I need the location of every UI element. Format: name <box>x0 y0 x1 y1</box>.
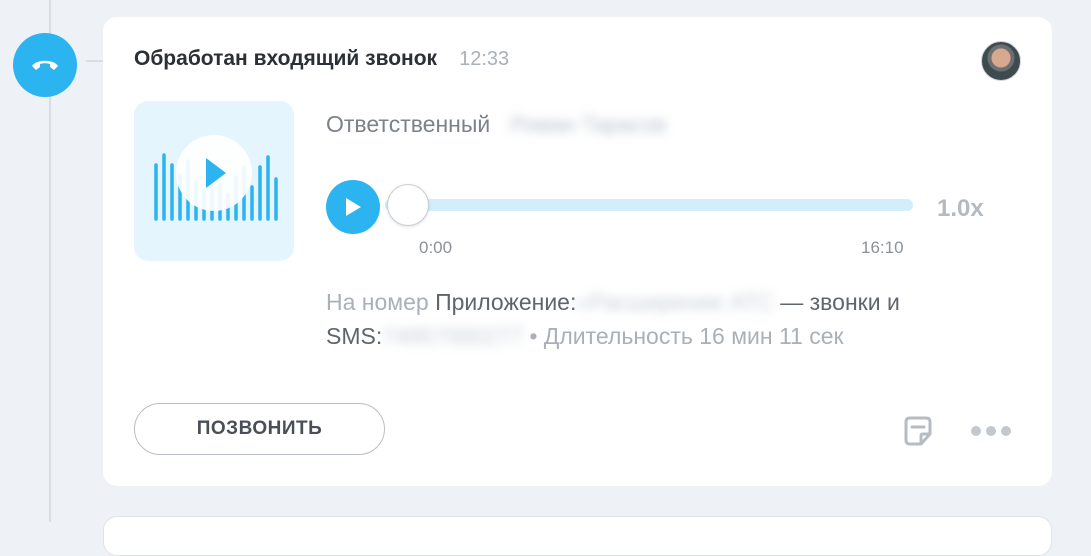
next-event-card <box>103 516 1052 556</box>
app-name: «Расширение АТС <box>576 289 774 315</box>
responsible-row: Ответственный Роман Тарасов <box>326 111 666 138</box>
call-details: На номер Приложение:«Расширение АТС — зв… <box>326 285 1026 353</box>
app-label: Приложение: <box>435 289 577 315</box>
timeline-connector <box>86 60 104 62</box>
play-button[interactable] <box>326 180 380 234</box>
waveform-icon <box>154 135 278 221</box>
total-time: 16:10 <box>861 238 904 257</box>
playback-speed-button[interactable]: 1.0x <box>937 195 984 223</box>
details-prefix: На номер <box>326 289 429 315</box>
audio-progress-handle[interactable] <box>387 184 429 226</box>
sms-label: SMS: <box>326 323 383 349</box>
more-dots-icon[interactable] <box>971 426 1011 436</box>
call-event-card: Обработан входящий звонок 12:33 Ответств… <box>103 17 1052 486</box>
sms-number: 74957000277 <box>382 323 523 349</box>
details-separator: • <box>529 323 538 349</box>
audio-thumbnail[interactable] <box>134 101 294 261</box>
call-button[interactable]: ПОЗВОНИТЬ <box>134 403 385 455</box>
call-duration: Длительность 16 мин 11 сек <box>543 323 844 349</box>
event-time: 12:33 <box>459 48 510 70</box>
responsible-name[interactable]: Роман Тарасов <box>510 112 666 138</box>
current-time: 0:00 <box>419 238 453 257</box>
responsible-label: Ответственный <box>326 111 491 137</box>
avatar[interactable] <box>981 41 1021 81</box>
play-icon <box>346 198 361 216</box>
audio-progress-track[interactable] <box>385 199 913 211</box>
phone-hangup-icon <box>13 33 77 97</box>
event-title: Обработан входящий звонок <box>134 47 438 70</box>
note-icon[interactable] <box>901 414 935 448</box>
details-suffix: — звонки и <box>780 289 900 315</box>
card-header: Обработан входящий звонок 12:33 <box>134 47 509 71</box>
